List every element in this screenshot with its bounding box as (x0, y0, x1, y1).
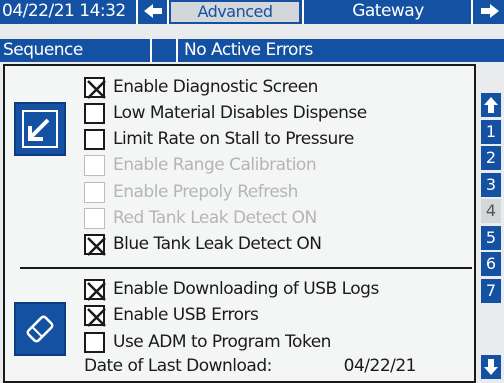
setting-enable-diagnostic-screen[interactable]: Enable Diagnostic Screen (84, 75, 318, 99)
section-divider (20, 267, 472, 269)
page-3-button[interactable]: 3 (481, 173, 501, 197)
mode-display: Sequence (3, 40, 83, 60)
checkbox[interactable] (84, 102, 105, 124)
edit-button[interactable] (14, 102, 66, 156)
arrow-right-icon (481, 4, 499, 18)
arrow-up-icon (484, 97, 498, 113)
setting-label: Enable Prepoly Refresh (113, 182, 298, 202)
setting-label: Enable Range Calibration (113, 155, 317, 175)
setting-enable-usb-logs[interactable]: Enable Downloading of USB Logs (84, 277, 379, 301)
last-download-label: Date of Last Download: (84, 356, 272, 376)
checkbox[interactable] (84, 128, 105, 150)
tab-advanced[interactable]: Advanced (171, 2, 299, 22)
setting-enable-usb-errors[interactable]: Enable USB Errors (84, 303, 259, 327)
setting-blue-tank-leak-detect[interactable]: Blue Tank Leak Detect ON (84, 232, 322, 256)
arrow-left-icon (144, 4, 162, 18)
datetime-display: 04/22/21 14:32 (2, 1, 126, 21)
checkbox-disabled (84, 154, 105, 176)
setting-label: Blue Tank Leak Detect ON (113, 234, 322, 254)
setting-limit-rate-on-stall[interactable]: Limit Rate on Stall to Pressure (84, 127, 354, 151)
setting-red-tank-leak-detect: Red Tank Leak Detect ON (84, 206, 317, 230)
tab-gateway[interactable]: Gateway (306, 0, 470, 22)
checkbox-disabled (84, 181, 105, 203)
checkbox-disabled (84, 207, 105, 229)
setting-label: Red Tank Leak Detect ON (113, 208, 317, 228)
checkbox[interactable] (84, 76, 106, 99)
page-1-button[interactable]: 1 (481, 120, 501, 144)
clear-button[interactable] (14, 302, 66, 356)
last-download-row: Date of Last Download: 04/22/21 (84, 356, 464, 380)
forward-screen-button[interactable] (475, 0, 504, 22)
setting-label: Low Material Disables Dispense (113, 103, 367, 123)
eraser-icon (26, 315, 54, 343)
page-5-button[interactable]: 5 (481, 226, 501, 250)
edit-icon (28, 118, 50, 141)
page-2-button[interactable]: 2 (481, 146, 501, 170)
setting-use-adm-program-token[interactable]: Use ADM to Program Token (84, 330, 331, 354)
setting-label: Limit Rate on Stall to Pressure (113, 129, 354, 149)
setting-label: Use ADM to Program Token (113, 332, 331, 352)
setting-low-material-disables-dispense[interactable]: Low Material Disables Dispense (84, 101, 367, 125)
header-bar: 04/22/21 14:32 Advanced Gateway (0, 0, 504, 24)
checkbox[interactable] (84, 278, 106, 301)
page-down-button[interactable] (481, 355, 501, 379)
checkbox[interactable] (84, 304, 106, 327)
setting-label: Enable USB Errors (113, 305, 259, 325)
page-4-button[interactable]: 4 (481, 199, 501, 223)
last-download-value: 04/22/21 (343, 356, 417, 376)
page-7-button[interactable]: 7 (481, 279, 501, 303)
back-screen-button[interactable] (140, 0, 166, 22)
arrow-down-icon (484, 359, 498, 375)
setting-label: Enable Diagnostic Screen (113, 77, 318, 97)
page-6-button[interactable]: 6 (481, 252, 501, 276)
checkbox[interactable] (84, 233, 106, 256)
setting-enable-range-calibration: Enable Range Calibration (84, 153, 317, 177)
page-up-button[interactable] (481, 93, 501, 117)
error-status: No Active Errors (184, 40, 313, 60)
checkbox[interactable] (84, 331, 105, 353)
status-bar: Sequence No Active Errors (0, 39, 504, 62)
setting-label: Enable Downloading of USB Logs (113, 279, 379, 299)
setting-enable-prepoly-refresh: Enable Prepoly Refresh (84, 180, 298, 204)
